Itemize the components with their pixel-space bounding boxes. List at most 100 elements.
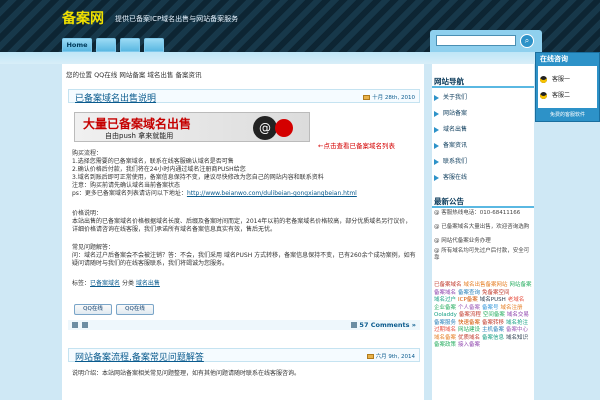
qq-penguin-icon (540, 76, 547, 83)
banner-headline: 大量已备案域名出售 (83, 117, 192, 131)
sidebar-item[interactable]: 域名出售 (434, 124, 467, 133)
sidebar-item[interactable]: 备案资讯 (434, 140, 467, 149)
tag-cloud-item[interactable]: 域名出售备案网站 (464, 282, 508, 290)
tag-cloud-item[interactable]: ICP备案 (458, 297, 478, 305)
tag-cloud-item[interactable]: 备案流程 (459, 312, 481, 320)
tag-cloud-item[interactable]: 域名过户 (434, 297, 456, 305)
sidebar: 网站导航 关于我们 网站备案 域名出售 备案资讯 联系我们 客服在线 最新公告 … (432, 64, 534, 400)
tag-cloud-item[interactable]: 域名PUSH (480, 297, 506, 305)
post-excerpt-2: 说明介绍：本站网站备案相关常见问题整理，如有其他问题请随时联系在线客服咨询。 (72, 370, 301, 377)
widget-title: 在线咨询 (540, 55, 568, 63)
comments-link[interactable]: 57 Comments » (351, 321, 416, 329)
tag-cloud-item[interactable]: 备案政策 (434, 342, 456, 350)
tag-cloud-item[interactable]: 备案转移 (482, 320, 504, 328)
domain-sale-banner[interactable]: 大量已备案域名出售 自由push 拿来就能用 @ (74, 112, 310, 142)
section-heading-faq: 常见问题解答： (72, 244, 115, 251)
tag-cloud-item[interactable]: 网站建设 (458, 327, 480, 335)
post-date-2: 六月 9th, 2014 (366, 352, 415, 360)
sidebar-item[interactable]: 网站备案 (434, 108, 467, 117)
widget-footer[interactable]: 免费的客服软件 (538, 111, 597, 118)
rss-icon[interactable] (366, 354, 374, 359)
sidebar-item[interactable]: 联系我们 (434, 156, 467, 165)
tag-link[interactable]: 已备案域名 (90, 280, 120, 287)
list-url-link[interactable]: http://www.beianwo.com/dulibeian-gongxia… (187, 190, 357, 197)
tag-cloud-item[interactable]: 备案中心 (506, 327, 528, 335)
tag-cloud-item[interactable]: 备案服务 (434, 320, 456, 328)
online-service-widget: 在线咨询 客服一 客服二 免费的客服软件 (535, 52, 600, 122)
print-icon[interactable] (82, 322, 88, 328)
at-icon: @ (253, 116, 277, 140)
search-button[interactable]: ⌕ (520, 34, 534, 48)
site-tagline: 提供已备案ICP域名出售与网站备案服务 (115, 15, 239, 23)
tag-cloud: 已备案域名 域名出售备案网站 网站备案备案域名 备案查询 免备案空间域名过户 ICP备案域… (434, 282, 534, 350)
section-heading: 购买流程： (72, 150, 103, 157)
tag-cloud-item[interactable]: 备案号 (482, 305, 499, 313)
tag-cloud-item[interactable]: 免备案空间 (482, 290, 510, 298)
tag-cloud-item[interactable]: 快速备案 (458, 320, 480, 328)
tag-cloud-item[interactable]: 备案查询 (458, 290, 480, 298)
banner-subline: 自由push 拿来就能用 (105, 132, 174, 140)
tag-cloud-item[interactable]: 主机备案 (482, 327, 504, 335)
news-item[interactable]: @ 所有域名均可先过户后付款，安全可靠 (434, 248, 534, 262)
qq-online-button-2[interactable]: QQ在线 (116, 304, 154, 315)
sidebar-divider (432, 86, 534, 88)
tag-cloud-item[interactable]: 空间备案 (483, 312, 505, 320)
service-contact-1[interactable]: 客服一 (540, 74, 570, 83)
header-band (0, 52, 600, 64)
note: 注意：购买前请先确认域名当前备案状态 (72, 182, 181, 189)
tag-cloud-item[interactable]: 域名抢注 (506, 320, 528, 328)
faq-paragraph: 问：域名过户后备案会不会被注销？答：不会，我们采用 域名PUSH 方式转移，备案… (72, 252, 416, 267)
tag-cloud-item[interactable]: 个人备案 (458, 305, 480, 313)
click-badge (275, 119, 293, 137)
tag-cloud-item[interactable]: 备案域名 (434, 290, 456, 298)
post-date: 十月 28th, 2010 (363, 93, 415, 101)
arrow-right-icon (434, 126, 439, 133)
post-title[interactable]: 已备案域名出售说明 (75, 91, 156, 104)
search-input[interactable] (436, 35, 516, 46)
qq-online-button-1[interactable]: QQ在线 (74, 304, 112, 315)
comment-icon (351, 322, 358, 328)
edit-icon[interactable] (72, 322, 78, 328)
tag-cloud-item[interactable]: 已备案域名 (434, 282, 462, 290)
tag-cloud-item[interactable]: 域名注册 (501, 305, 523, 313)
ps-line: ps：更多已备案域名列表请访问以下地址：http://www.beianwo.c… (72, 190, 357, 197)
rss-icon[interactable] (363, 95, 371, 100)
banner-link[interactable]: ←点击查看已备案域名列表 (318, 140, 395, 150)
tag-cloud-item[interactable]: 网站备案 (510, 282, 532, 290)
service-contact-2[interactable]: 客服二 (540, 90, 570, 99)
nav-tab-4[interactable] (144, 38, 164, 52)
tag-cloud-item[interactable]: 域名备案 (434, 335, 456, 343)
tag-cloud-item[interactable]: 域名知识 (506, 335, 528, 343)
news-item[interactable]: @ 客服热线电话：010-68411166 (434, 210, 534, 217)
sidebar-item[interactable]: 关于我们 (434, 92, 467, 101)
tag-cloud-item[interactable]: Ooladdy (434, 312, 457, 320)
breadcrumb: 您的位置 QQ在线 网站备案 域名出售 备案资讯 (66, 71, 202, 79)
tag-cloud-item[interactable]: 域名交易 (507, 312, 529, 320)
sidebar-item[interactable]: 客服在线 (434, 172, 467, 181)
arrow-right-icon (434, 142, 439, 149)
tag-cloud-item[interactable]: 企业备案 (434, 305, 456, 313)
site-logo[interactable]: 备案网 (62, 8, 104, 28)
search-icon: ⌕ (524, 36, 530, 45)
post-title-2[interactable]: 网站备案流程,备案常见问题解答 (75, 350, 204, 363)
arrow-right-icon (434, 94, 439, 101)
step-3: 3.域名到账后即可正常使用，备案信息保持不变，建议尽快修改为您自己的网站内容和联… (72, 174, 324, 181)
news-item[interactable]: @ 已备案域名大量出售，欢迎咨询选购 (434, 224, 534, 231)
post-footer: 57 Comments » (68, 320, 420, 330)
nav-tab-3[interactable] (120, 38, 140, 52)
search-area: ⌕ (430, 30, 542, 52)
category-link[interactable]: 域名出售 (136, 280, 160, 287)
sidebar-divider (432, 206, 534, 208)
tag-cloud-item[interactable]: 过期域名 (434, 327, 456, 335)
news-item[interactable]: @ 网站代备案业务办理 (434, 238, 534, 245)
arrow-right-icon (434, 174, 439, 181)
tag-cloud-item[interactable]: 备案信息 (482, 335, 504, 343)
post-header-2: 网站备案流程,备案常见问题解答 六月 9th, 2014 (68, 348, 420, 363)
arrow-right-icon (434, 110, 439, 117)
tag-cloud-item[interactable]: 老域名 (508, 297, 525, 305)
tag-cloud-item[interactable]: 接入备案 (458, 342, 480, 350)
main-content: 您的位置 QQ在线 网站备案 域名出售 备案资讯 已备案域名出售说明 十月 28… (62, 64, 424, 400)
nav-home[interactable]: Home (62, 38, 92, 52)
tag-cloud-item[interactable]: 优质域名 (458, 335, 480, 343)
nav-tab-2[interactable] (96, 38, 116, 52)
